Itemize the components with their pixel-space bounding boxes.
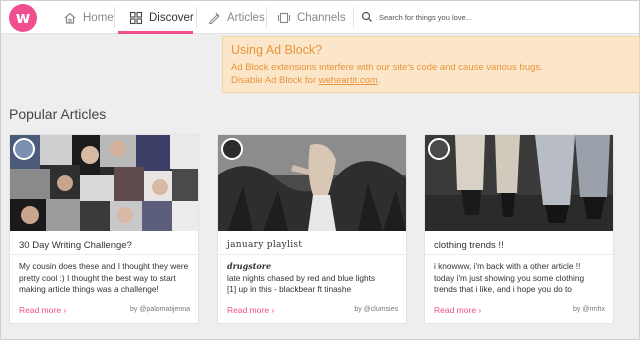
adblock-disable-text: Disable Ad Block for [231,75,319,86]
article-excerpt: i knowww, i'm back with a other article … [434,261,610,296]
nav-articles-label: Articles [227,11,265,24]
excerpt-line: late nights chased by red and blue light… [227,272,376,283]
author-avatar[interactable] [428,138,450,160]
read-more-link[interactable]: Read more › [227,305,274,315]
article-author[interactable]: by @rmhx [573,306,605,313]
article-author[interactable]: by @clumsies [354,306,398,313]
top-nav: w Home Discover Articles Channels [1,1,639,34]
excerpt-line: today i'm just showing you some clothing [434,272,585,283]
article-excerpt: drugstore late nights chased by red and … [227,261,403,296]
card-divider [425,254,613,255]
home-icon [64,12,76,24]
active-tab-indicator [118,31,193,34]
excerpt-line: [1] up in this - blackbear ft tinashe [227,284,352,294]
excerpt-subtitle: drugstore [227,261,272,271]
adblock-message: Ad Block extensions interfere with our s… [231,62,543,73]
card-divider [218,254,406,255]
excerpt-line: making article things was a challenge! [19,284,159,294]
channels-icon [277,12,291,23]
nav-discover-label: Discover [149,11,194,24]
nav-home-label: Home [83,11,114,24]
pen-icon [208,12,220,24]
article-title[interactable]: clothing trends !! [434,240,504,251]
excerpt-line: pretty cool :) I thought the best way to… [19,272,176,283]
article-title[interactable]: 30 Day Writing Challenge? [19,240,132,251]
article-card[interactable]: 30 Day Writing Challenge? My cousin does… [9,134,199,324]
nav-channels-label: Channels [297,11,346,24]
article-author[interactable]: by @palomatijenna [130,306,190,313]
adblock-disable-line: Disable Ad Block for weheartit.com. [231,75,380,86]
nav-separator [114,7,115,28]
adblock-notice: Using Ad Block? Ad Block extensions inte… [222,36,640,93]
grid-icon [129,11,143,24]
article-image[interactable] [218,135,406,231]
article-card[interactable]: january playlist drugstore late nights c… [217,134,407,324]
nav-discover[interactable]: Discover [129,1,194,34]
adblock-period: . [377,75,381,86]
search-bar[interactable] [357,4,639,30]
search-icon [361,11,372,22]
search-input[interactable] [379,12,619,22]
article-card[interactable]: clothing trends !! i knowww, i'm back wi… [424,134,614,324]
weheartit-link[interactable]: weheartit.com [319,75,378,86]
excerpt-line: i knowww, i'm back with a other article … [434,261,581,271]
weheartit-logo[interactable]: w [9,4,37,32]
article-title[interactable]: january playlist [227,240,302,250]
article-excerpt: My cousin does these and I thought they … [19,261,195,296]
nav-separator [196,7,197,28]
author-avatar[interactable] [221,138,243,160]
card-divider [10,254,198,255]
nav-home[interactable]: Home [63,1,114,34]
section-title: Popular Articles [9,106,107,122]
nav-separator [266,7,267,28]
adblock-title: Using Ad Block? [231,43,323,57]
author-avatar[interactable] [13,138,35,160]
article-image[interactable] [10,135,198,231]
nav-channels[interactable]: Channels [277,1,346,34]
read-more-link[interactable]: Read more › [434,305,481,315]
nav-separator [353,7,354,28]
excerpt-line: trends that i like, and i hope you do to [434,284,572,294]
article-image[interactable] [425,135,613,231]
excerpt-line: My cousin does these and I thought they … [19,261,189,271]
nav-articles[interactable]: Articles [207,1,265,34]
read-more-link[interactable]: Read more › [19,305,66,315]
